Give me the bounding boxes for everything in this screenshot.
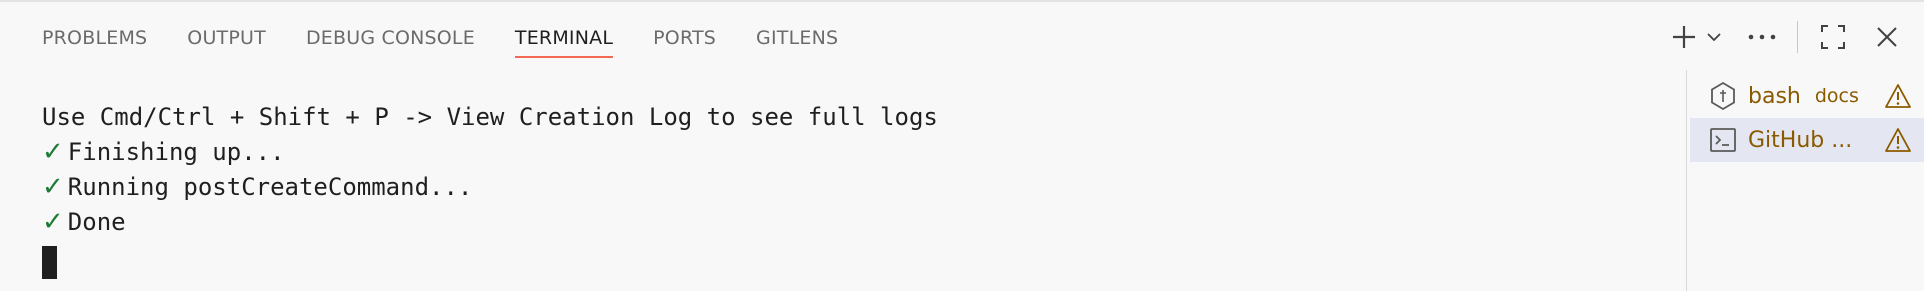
terminal-cursor — [42, 246, 57, 279]
tab-output[interactable]: OUTPUT — [167, 18, 286, 58]
terminal-line: ✓ Running postCreateCommand... — [42, 170, 1662, 205]
close-icon — [1877, 27, 1897, 47]
tab-ports[interactable]: PORTS — [633, 18, 736, 58]
terminal-line: ✓ Finishing up... — [42, 135, 1662, 170]
terminal-line-text: Use Cmd/Ctrl + Shift + P -> View Creatio… — [42, 103, 938, 131]
tab-problems[interactable]: PROBLEMS — [22, 18, 167, 58]
tab-terminal[interactable]: TERMINAL — [495, 18, 633, 58]
tab-gitlens[interactable]: GITLENS — [736, 18, 858, 58]
panel-toolbar — [1667, 16, 1924, 58]
warning-icon — [1885, 84, 1911, 108]
check-icon: ✓ — [42, 137, 64, 167]
terminal-line: ✓ Done — [42, 205, 1662, 240]
terminal-list: bash docs GitHub ... — [1690, 74, 1924, 162]
panel-tabs: PROBLEMS OUTPUT DEBUG CONSOLE TERMINAL P… — [22, 18, 858, 58]
terminal-icon — [1708, 125, 1738, 155]
maximize-panel-button[interactable] — [1816, 20, 1850, 54]
terminal-list-item-github[interactable]: GitHub ... — [1690, 118, 1924, 162]
terminal-output[interactable]: Use Cmd/Ctrl + Shift + P -> View Creatio… — [42, 100, 1662, 280]
close-panel-button[interactable] — [1870, 20, 1904, 54]
tab-debug-console[interactable]: DEBUG CONSOLE — [286, 18, 495, 58]
terminal-list-divider — [1686, 70, 1687, 291]
more-actions-button[interactable] — [1745, 20, 1779, 54]
terminal-line-text: Finishing up... — [67, 138, 285, 166]
node-hexagon-icon — [1708, 81, 1738, 111]
terminal-list-item-label: GitHub ... — [1748, 127, 1853, 153]
panel-top-border — [0, 0, 1924, 2]
terminal-list-item-bash[interactable]: bash docs — [1690, 74, 1924, 118]
terminal-line-text: Running postCreateCommand... — [67, 173, 473, 201]
more-icon — [1748, 34, 1776, 40]
terminal-line: Use Cmd/Ctrl + Shift + P -> View Creatio… — [42, 100, 1662, 135]
terminal-profile-dropdown-button[interactable] — [1701, 20, 1727, 54]
terminal-list-item-description: docs — [1814, 85, 1859, 107]
plus-icon — [1673, 26, 1695, 48]
terminal-line-text: Done — [67, 208, 126, 236]
new-terminal-button[interactable] — [1667, 20, 1701, 54]
maximize-icon — [1821, 25, 1845, 49]
chevron-down-icon — [1707, 33, 1721, 42]
toolbar-separator — [1797, 21, 1798, 53]
terminal-list-item-label: bash — [1748, 83, 1801, 109]
check-icon: ✓ — [42, 172, 64, 202]
warning-icon — [1885, 128, 1911, 152]
check-icon: ✓ — [42, 207, 64, 237]
